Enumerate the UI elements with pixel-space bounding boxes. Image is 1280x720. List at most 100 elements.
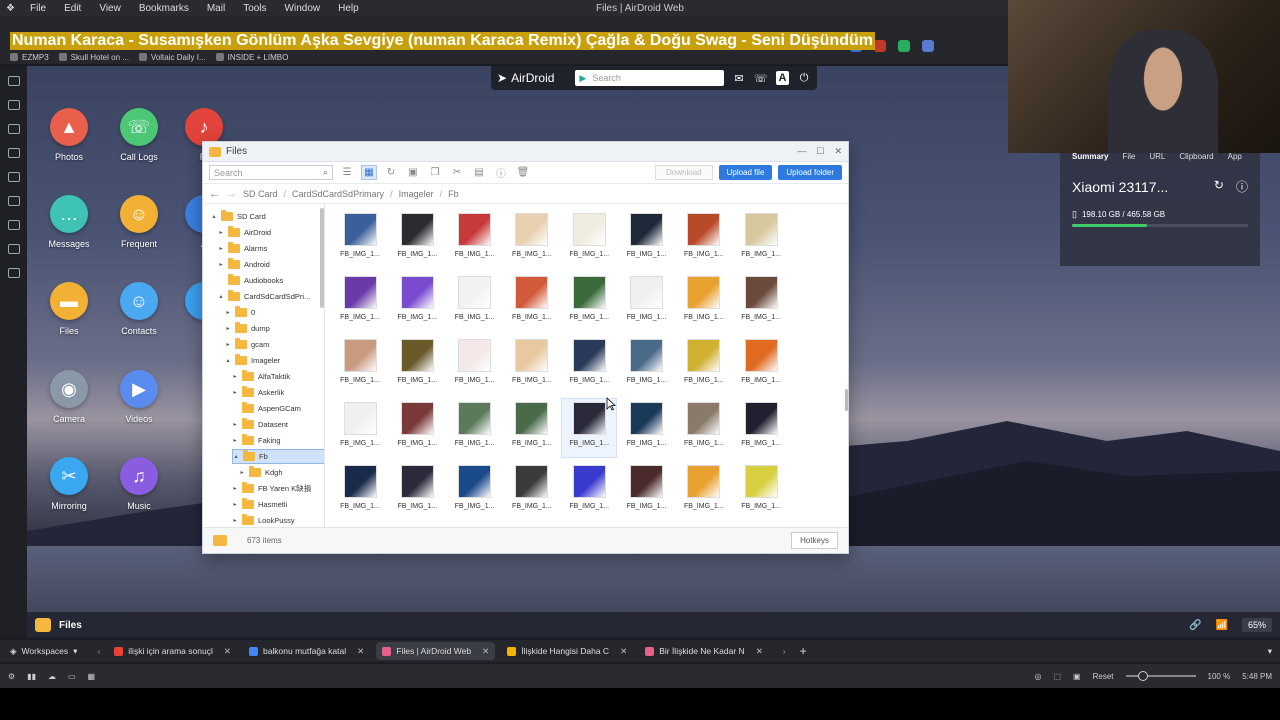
window-icon[interactable]: ▭ [68, 672, 76, 681]
menu-item-mail[interactable]: Mail [198, 3, 234, 14]
tree-toggle-icon[interactable]: ▸ [232, 437, 238, 444]
extension-icon[interactable] [874, 40, 886, 52]
add-panel-icon[interactable] [7, 268, 20, 278]
menu-item-bookmarks[interactable]: Bookmarks [130, 3, 198, 14]
file-item[interactable]: FB_IMG_1... [505, 210, 559, 268]
app-logo-icon[interactable]: ❖ [0, 3, 21, 14]
file-item[interactable]: FB_IMG_1... [677, 462, 731, 520]
file-item[interactable]: FB_IMG_1... [734, 210, 788, 268]
breadcrumb-item[interactable]: Imageler [399, 189, 434, 199]
breadcrumb-item[interactable]: Fb [448, 189, 459, 199]
new-folder-icon[interactable]: ▣ [405, 165, 421, 180]
app-messages[interactable]: … Messages [34, 195, 104, 249]
refresh-icon[interactable]: ↻ [1214, 178, 1224, 195]
tree-toggle-icon[interactable]: ▸ [218, 245, 224, 252]
menu-item-tools[interactable]: Tools [234, 3, 275, 14]
new-tab-icon[interactable]: + [800, 644, 807, 658]
bookmark-item[interactable]: Skull Hotel on ... [58, 53, 129, 62]
mail-icon[interactable]: ✉ [732, 71, 746, 85]
menu-item-edit[interactable]: Edit [55, 3, 90, 14]
reset-zoom-button[interactable]: Reset [1093, 672, 1114, 681]
maximize-icon[interactable]: ☐ [816, 146, 824, 157]
close-tab-icon[interactable]: ✕ [756, 646, 763, 657]
tree-folder[interactable]: ▴ SD Card [211, 209, 266, 224]
tabs-back-icon[interactable]: ‹ [97, 646, 100, 656]
upload-folder-button[interactable]: Upload folder [778, 165, 842, 180]
search-icon[interactable]: ⌕ [323, 167, 328, 178]
bookmark-item[interactable]: INSIDE + LIMBO [215, 53, 288, 62]
panels-icon[interactable]: ▮▮ [27, 672, 36, 681]
refresh-icon[interactable]: ↻ [383, 165, 399, 180]
app-frequent[interactable]: ☺ Frequent [104, 195, 174, 249]
file-item[interactable]: FB_IMG_1... [390, 399, 444, 457]
menu-item-file[interactable]: File [21, 3, 55, 14]
file-item[interactable]: FB_IMG_1... [505, 273, 559, 331]
breadcrumb-item[interactable]: CardSdCardSdPrimary [292, 189, 384, 199]
tree-toggle-icon[interactable]: ▴ [211, 213, 217, 220]
tree-toggle-icon[interactable]: ▸ [225, 341, 231, 348]
panel-tab-clipboard[interactable]: Clipboard [1179, 152, 1213, 168]
tree-toggle-icon[interactable]: ▴ [225, 357, 231, 364]
file-item[interactable]: FB_IMG_1... [620, 462, 674, 520]
file-item[interactable]: FB_IMG_1... [390, 210, 444, 268]
tree-folder[interactable]: ▴ Imageler [225, 353, 280, 368]
tree-toggle-icon[interactable]: ▸ [232, 389, 238, 396]
tree-folder[interactable]: ▴ CardSdCardSdPri... [218, 289, 310, 304]
forward-icon[interactable]: → [226, 188, 237, 200]
history-icon[interactable] [7, 124, 20, 134]
tree-folder[interactable]: Audiobooks [218, 273, 283, 288]
translate-icon[interactable] [7, 172, 20, 182]
file-item[interactable]: FB_IMG_1... [505, 336, 559, 394]
menu-item-view[interactable]: View [90, 3, 130, 14]
file-item[interactable]: FB_IMG_1... [734, 399, 788, 457]
tree-folder[interactable]: ▸ Askerlik [232, 385, 284, 400]
tree-folder[interactable]: ▸ Hasmetli [232, 497, 287, 512]
file-item[interactable]: FB_IMG_1... [677, 273, 731, 331]
info-icon[interactable]: ⓘ [493, 165, 509, 180]
app-contacts[interactable]: ☺ Contacts [104, 282, 174, 336]
tree-folder[interactable]: ▸ Kdgh [239, 465, 283, 480]
link-icon[interactable]: 🔗 [1189, 620, 1201, 631]
tree-toggle-icon[interactable]: ▸ [225, 325, 231, 332]
tree-toggle-icon[interactable]: ▸ [232, 485, 238, 492]
app-camera[interactable]: ◉ Camera [34, 370, 104, 424]
tree-toggle-icon[interactable]: ▸ [232, 421, 238, 428]
tree-folder[interactable]: ▸ Faking [232, 433, 281, 448]
close-tab-icon[interactable]: ✕ [482, 646, 489, 657]
browser-tab[interactable]: İlişkide Hangisi Daha C ✕ [501, 642, 633, 660]
menu-item-help[interactable]: Help [329, 3, 368, 14]
tree-folder[interactable]: ▸ dump [225, 321, 270, 336]
extension-icon[interactable] [898, 40, 910, 52]
file-item[interactable]: FB_IMG_1... [734, 336, 788, 394]
tab-search-icon[interactable]: ▾ [1268, 646, 1272, 657]
calendar-icon[interactable] [7, 244, 20, 254]
panel-tab-summary[interactable]: Summary [1072, 152, 1108, 168]
tree-folder[interactable]: ▸ 0 [225, 305, 255, 320]
list-view-icon[interactable]: ☰ [339, 165, 355, 180]
zoom-slider[interactable] [1125, 671, 1196, 681]
mail-icon[interactable] [7, 196, 20, 206]
file-item[interactable]: FB_IMG_1... [734, 273, 788, 331]
tree-folder[interactable]: ▸ FB Yaren K缺損 [232, 481, 311, 496]
notes-icon[interactable] [7, 148, 20, 158]
tree-folder[interactable]: AspenGCam [232, 401, 301, 416]
breadcrumb-item[interactable]: SD Card [243, 189, 278, 199]
upload-file-button[interactable]: Upload file [718, 165, 773, 180]
paste-icon[interactable]: ▤ [471, 165, 487, 180]
app-mirroring[interactable]: ✂ Mirroring [34, 457, 104, 511]
tabs-forward-icon[interactable]: › [783, 646, 786, 656]
file-item[interactable]: FB_IMG_1... [562, 462, 616, 520]
files-search-input[interactable]: Search ⌕ [209, 165, 333, 180]
file-item[interactable]: FB_IMG_1... [620, 399, 674, 457]
tree-folder[interactable]: ▸ AirDroid [218, 225, 271, 240]
file-item[interactable]: FB_IMG_1... [333, 273, 387, 331]
zoom-slider-handle[interactable] [1137, 671, 1148, 681]
tree-scrollbar[interactable] [320, 208, 324, 308]
file-item[interactable]: FB_IMG_1... [734, 462, 788, 520]
file-item[interactable]: FB_IMG_1... [448, 273, 502, 331]
browser-tab[interactable]: Files | AirDroid Web ✕ [376, 642, 496, 660]
tree-toggle-icon[interactable]: ▸ [218, 261, 224, 268]
bookmark-item[interactable]: Voltaic Daily I... [138, 53, 206, 62]
file-item[interactable]: FB_IMG_1... [448, 462, 502, 520]
feed-icon[interactable] [7, 220, 20, 230]
